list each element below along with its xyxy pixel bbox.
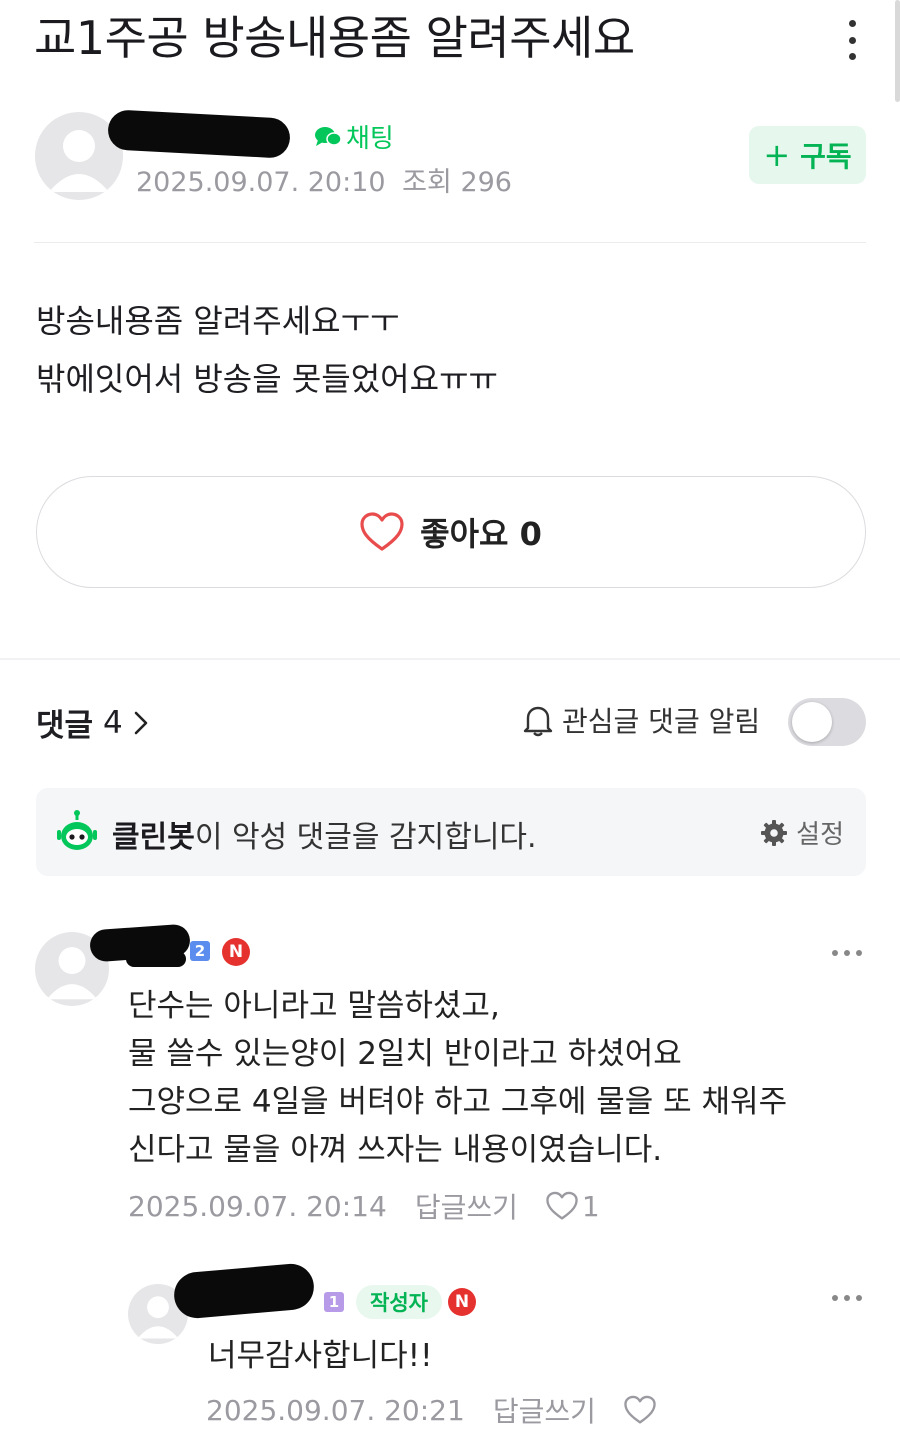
comment-like-button[interactable]: 1 [546,1190,600,1223]
comment-like-count: 1 [581,1189,600,1223]
heart-outline-icon [624,1395,656,1424]
comment-date: 2025.09.07. 20:21 [206,1393,465,1427]
reply-button[interactable]: 답글쓰기 [415,1186,518,1226]
comment-text: 단수는 아니라고 말씀하셨고, [128,988,500,1024]
comments-header[interactable]: 댓글 4 [36,700,149,745]
views-label: 조회 [402,167,452,198]
settings-label: 설정 [796,820,844,850]
alarm-label: 관심글 댓글 알림 [562,705,761,738]
comment-text: 그양으로 4일을 버텨야 하고 그후에 물을 또 채워주 [128,1084,788,1120]
redacted-author-name [107,109,291,159]
comments-count: 4 [103,704,123,741]
heart-icon [360,512,404,551]
cleanbot-name: 클린봇 [112,820,195,855]
cleanbot-robot-icon [57,810,97,850]
post-date: 2025.09.07. 20:10 [136,167,386,198]
chat-link[interactable]: 채팅 [314,118,394,155]
author-badge: 작성자 [356,1285,442,1319]
comment-more-icon[interactable] [832,1295,862,1303]
comment-text: 신다고 물을 아껴 쓰자는 내용이였습니다. [128,1132,663,1168]
views-count: 296 [460,167,512,198]
redacted-commenter-name [126,951,186,967]
comment-date: 2025.09.07. 20:14 [128,1189,387,1223]
post-body-line: 방송내용좀 알려주세요ㅜㅜ [36,302,400,340]
like-label: 좋아요 [420,515,509,553]
cleanbot-banner: 클린봇이 악성 댓글을 감지합니다. 설정 [36,788,866,876]
level-badge: 1 [324,1292,344,1312]
plus-icon: + [763,136,791,174]
reply-button[interactable]: 답글쓰기 [493,1390,596,1430]
comment-meta: 2025.09.07. 20:21 답글쓰기 [206,1390,656,1430]
new-badge: N [222,938,250,966]
gear-icon [761,819,788,846]
post-title: 교1주공 방송내용좀 알려주세요 [34,11,635,65]
subscribe-label: 구독 [800,140,852,173]
post-meta: 2025.09.07. 20:10 조회 296 [136,160,512,199]
subscribe-button[interactable]: + 구독 [749,126,866,184]
chat-icon [315,126,342,146]
cleanbot-settings-button[interactable]: 설정 [760,814,844,851]
cleanbot-message: 이 악성 댓글을 감지합니다. [194,820,537,855]
level-badge: 2 [190,941,210,961]
comment-text: 물 쓸수 있는양이 2일치 반이라고 하셨어요 [128,1036,682,1072]
comment-more-icon[interactable] [832,950,862,958]
section-divider [0,658,900,660]
new-badge: N [448,1288,476,1316]
chevron-right-icon [134,711,148,734]
scrollbar[interactable] [895,0,900,102]
bell-icon [523,706,553,737]
post-body-line: 밖에잇어서 방송을 못들었어요ㅠㅠ [36,360,498,398]
comments-label: 댓글 [36,708,94,744]
like-button[interactable]: 좋아요 0 [36,476,866,588]
alarm-toggle[interactable] [788,698,866,746]
post-more-menu-icon[interactable] [846,20,858,60]
comment-meta: 2025.09.07. 20:14 답글쓰기 1 [128,1186,600,1226]
comment-alarm: 관심글 댓글 알림 [522,700,760,740]
comment-text: 너무감사합니다!! [208,1338,433,1374]
divider [34,242,866,243]
comment-like-button[interactable] [624,1395,656,1425]
chat-label: 채팅 [346,124,394,154]
like-count: 0 [519,515,542,553]
toggle-knob [792,702,832,742]
heart-outline-icon [546,1191,578,1220]
redacted-reply-author-name [172,1261,316,1321]
